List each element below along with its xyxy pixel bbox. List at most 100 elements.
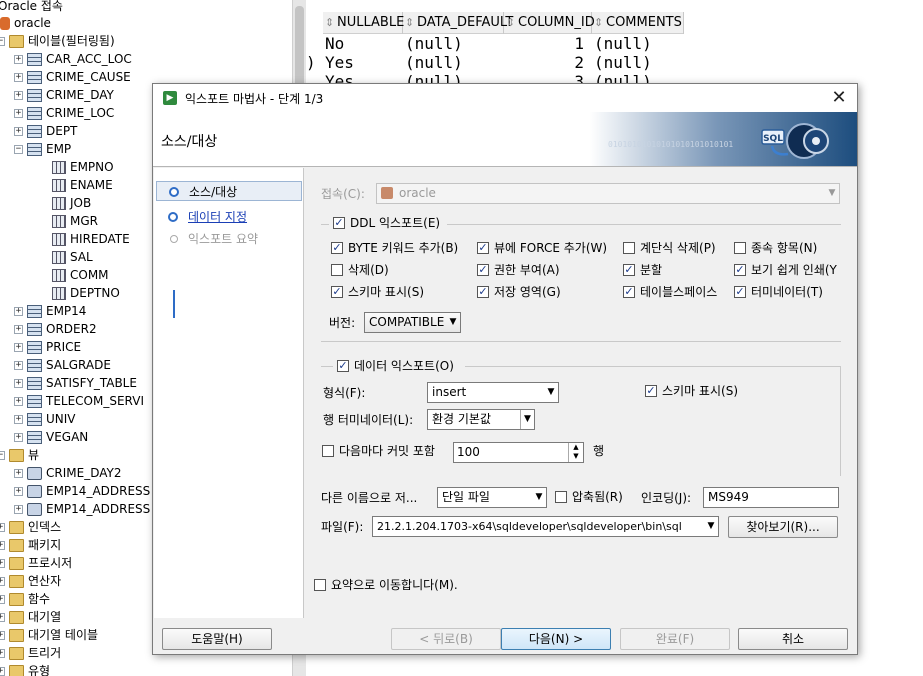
ddl-option-checkbox[interactable]: ✓ 뷰에 FORCE 추가(W) [477,240,607,256]
file-path-input[interactable]: 21.2.1.204.1703-x64\sqldeveloper\sqldeve… [372,516,719,537]
commit-rows-stepper[interactable]: 100 ▲ ▼ [453,442,584,463]
tree-column-item[interactable]: DEPTNO [52,284,120,302]
step-specify-data[interactable]: 데이터 지정 [164,207,247,227]
format-select[interactable]: insert ▼ [427,382,559,403]
expand-icon[interactable]: + [0,558,5,568]
ddl-option-checkbox[interactable]: ✓ 스키마 표시(S) [331,284,424,300]
tree-column-item[interactable]: HIREDATE [52,230,130,248]
tree-table-item[interactable]: − EMP [14,140,71,158]
expand-icon[interactable]: + [14,72,23,82]
help-button[interactable]: 도움말(H) [162,628,272,650]
tree-folder-item[interactable]: + 인덱스 [0,518,61,536]
next-button[interactable]: 다음(N) > [501,628,611,650]
expand-icon[interactable]: + [14,90,23,100]
table-cell[interactable] [306,34,321,54]
collapse-icon[interactable]: − [14,144,23,154]
ddl-option-checkbox[interactable]: ✓ 권한 부여(A) [477,262,560,278]
grid-header-cell[interactable]: COLUMN_ID [504,12,595,34]
tree-view-item[interactable]: + CRIME_DAY2 [14,464,121,482]
chevron-down-icon[interactable]: ▼ [569,452,583,461]
tree-table-item[interactable]: + ORDER2 [14,320,97,338]
tree-column-item[interactable]: ENAME [52,176,113,194]
table-cell[interactable]: No [321,34,401,54]
data-schema-checkbox[interactable]: ✓ 스키마 표시(S) [645,383,738,399]
expand-icon[interactable]: + [14,342,23,352]
tree-table-item[interactable]: + EMP14 [14,302,86,320]
tree-table-item[interactable]: + UNIV [14,410,76,428]
expand-icon[interactable]: + [0,522,5,532]
tree-column-item[interactable]: COMM [52,266,109,284]
grid-header-cell[interactable]: COMMENTS [592,12,684,34]
table-cell[interactable]: 1 [502,34,590,54]
tree-table-item[interactable]: + CRIME_LOC [14,104,114,122]
data-export-checkbox[interactable]: ✓ 데이터 익스포트(O) [337,358,454,374]
close-icon[interactable]: ✕ [829,87,849,108]
table-cell[interactable]: (null) [590,34,682,54]
stepper-buttons[interactable]: ▲ ▼ [568,443,583,462]
cancel-button[interactable]: 취소 [738,628,848,650]
tree-table-item[interactable]: + SATISFY_TABLE [14,374,137,392]
ddl-option-checkbox[interactable]: 계단식 삭제(P) [623,240,716,256]
row-terminator-select[interactable]: 환경 기본값 ▼ [427,409,535,430]
ddl-option-checkbox[interactable]: ✓ 보기 쉽게 인쇄(Y [734,262,837,278]
tree-table-item[interactable]: + VEGAN [14,428,88,446]
tree-view-item[interactable]: + EMP14_ADDRESS [14,482,150,500]
expand-icon[interactable]: + [0,666,5,676]
ddl-option-checkbox[interactable]: ✓ 분할 [623,262,662,278]
tree-folder-item[interactable]: + 프로시저 [0,554,72,572]
tree-column-item[interactable]: EMPNO [52,158,114,176]
ddl-export-checkbox[interactable]: ✓ DDL 익스포트(E) [333,215,440,231]
ddl-option-checkbox[interactable]: ✓ BYTE 키워드 추가(B) [331,240,458,256]
table-row[interactable]: No (null) 1 (null) [306,34,682,54]
expand-icon[interactable]: + [14,468,23,478]
expand-icon[interactable]: + [14,54,23,64]
compressed-checkbox[interactable]: 압축됨(R) [555,489,623,505]
tree-table-item[interactable]: + TELECOM_SERVI [14,392,144,410]
expand-icon[interactable]: + [0,576,5,586]
expand-icon[interactable]: + [14,306,23,316]
version-select[interactable]: COMPATIBLE ▼ [364,312,461,333]
finish-button[interactable]: 완료(F) [620,628,730,650]
expand-icon[interactable]: + [0,648,5,658]
grid-header-cell[interactable]: DATA_DEFAULT [403,12,513,34]
expand-icon[interactable]: + [14,378,23,388]
ddl-option-checkbox[interactable]: ✓ 테이블스페이스 [623,284,717,300]
collapse-icon[interactable]: − [0,450,5,460]
expand-icon[interactable]: + [14,414,23,424]
tree-folder-item[interactable]: + 대기열 [0,608,61,626]
expand-icon[interactable]: + [14,432,23,442]
tree-table-item[interactable]: + CRIME_DAY [14,86,114,104]
expand-icon[interactable]: + [14,486,23,496]
encoding-select[interactable]: MS949 [703,487,839,508]
ddl-option-checkbox[interactable]: ✓ 저장 영역(G) [477,284,561,300]
expand-icon[interactable]: + [0,630,5,640]
tree-folder-tables[interactable]: − 테이블(필터링됨) [0,32,115,50]
tree-column-item[interactable]: SAL [52,248,93,266]
grid-header-cell[interactable]: NULLABLE [323,12,404,34]
save-as-select[interactable]: 단일 파일 ▼ [437,487,547,508]
tree-table-item[interactable]: + SALGRADE [14,356,111,374]
tree-view-item[interactable]: + EMP14_ADDRESS [14,500,150,518]
chevron-up-icon[interactable]: ▲ [569,443,583,452]
table-cell[interactable]: Yes [321,53,401,73]
dialog-titlebar[interactable]: ▶ 익스포트 마법사 - 단계 1/3 ✕ [153,84,857,112]
ddl-option-checkbox[interactable]: 삭제(D) [331,262,389,278]
tree-table-item[interactable]: + DEPT [14,122,77,140]
expand-icon[interactable]: + [14,108,23,118]
expand-icon[interactable]: + [14,396,23,406]
go-to-summary-checkbox[interactable]: 요약으로 이동합니다(M). [314,577,458,593]
back-button[interactable]: < 뒤로(B) [391,628,501,650]
expand-icon[interactable]: + [14,360,23,370]
table-cell[interactable]: (null) [401,53,502,73]
ddl-option-checkbox[interactable]: ✓ 터미네이터(T) [734,284,823,300]
tree-folder-views[interactable]: − 뷰 [0,446,39,464]
expand-icon[interactable]: + [0,540,5,550]
tree-folder-item[interactable]: + 연산자 [0,572,61,590]
table-cell[interactable]: (null) [590,53,682,73]
expand-icon[interactable]: + [0,612,5,622]
step-source-target[interactable]: 소스/대상 [156,181,302,201]
expand-icon[interactable]: + [14,324,23,334]
expand-icon[interactable]: + [0,594,5,604]
tree-table-item[interactable]: + CAR_ACC_LOC [14,50,132,68]
tree-table-item[interactable]: + CRIME_CAUSE [14,68,131,86]
